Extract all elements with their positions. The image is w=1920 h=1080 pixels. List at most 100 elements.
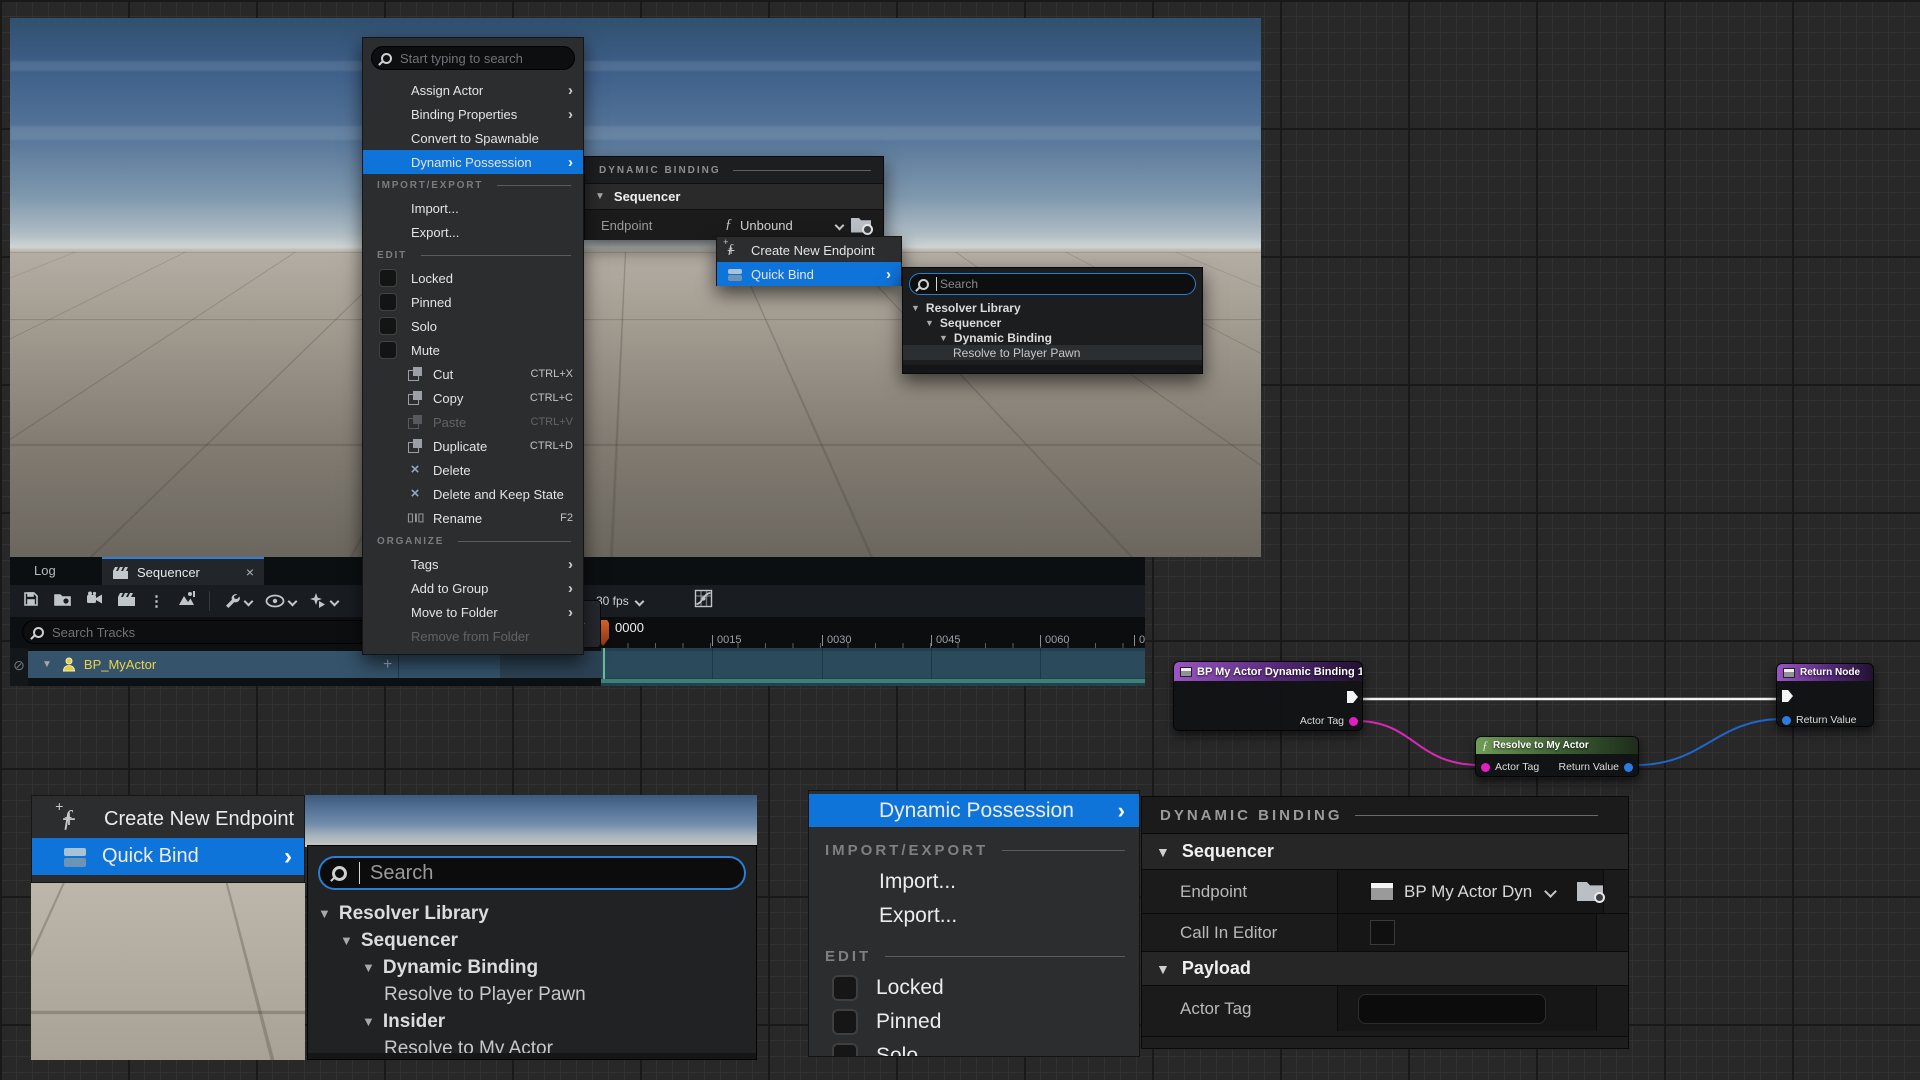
menu-item-export[interactable]: Export... <box>363 220 583 244</box>
more-options-icon[interactable]: ⋮ <box>149 592 164 610</box>
curve-editor-icon[interactable] <box>694 589 713 613</box>
checkbox[interactable] <box>1370 920 1395 945</box>
menu-item-pinned[interactable]: Pinned <box>363 290 583 314</box>
mute-all-icon[interactable]: ⊘ <box>10 648 28 686</box>
menu-item-delete[interactable]: ×Delete <box>363 458 583 482</box>
checkbox[interactable] <box>832 975 858 1001</box>
expand-triangle-icon[interactable]: ▼ <box>42 659 52 670</box>
actor-tag-out-pin[interactable]: Actor Tag <box>1300 715 1358 727</box>
browse-icon[interactable] <box>851 218 871 233</box>
menu-item-quick-bind[interactable]: Quick Bind › <box>32 838 304 875</box>
section-import-export: IMPORT/EXPORT <box>809 835 1139 865</box>
tree-resolver-library[interactable]: ▼Resolver Library <box>903 300 1202 315</box>
tree-resolve-to-player-pawn[interactable]: Resolve to Player Pawn <box>903 345 1202 360</box>
menu-item-move-to-folder[interactable]: Move to Folder› <box>363 600 583 624</box>
menu-search-input[interactable]: Start typing to search <box>371 46 575 70</box>
render-movie-icon[interactable] <box>117 591 136 612</box>
menu-item-quick-bind[interactable]: Quick Bind › <box>717 262 901 286</box>
resolver-search-placeholder: Search <box>940 277 978 291</box>
call-in-editor-row: Call In Editor <box>1142 913 1628 951</box>
menu-item-duplicate[interactable]: DuplicateCTRL+D <box>363 434 583 458</box>
tab-log[interactable]: Log <box>34 557 56 585</box>
timeline-ruler[interactable]: 0000 0015 0030 0045 0060 00 <box>601 617 1145 648</box>
return-value-out-pin[interactable]: Return Value <box>1558 761 1633 773</box>
menu-item-remove-from-folder[interactable]: Remove from Folder <box>363 624 583 648</box>
add-track-icon[interactable]: + <box>383 656 392 674</box>
tree-resolve-to-player-pawn[interactable]: Resolve to Player Pawn <box>308 981 756 1008</box>
menu-item-dynamic-possession[interactable]: Dynamic Possession › <box>809 794 1139 827</box>
track-actor-icon[interactable] <box>177 590 196 612</box>
actor-tag-input[interactable] <box>1358 994 1546 1024</box>
menu-item-create-new-endpoint[interactable]: ƒ+ Create New Endpoint <box>717 238 901 262</box>
menu-item-convert-to-spawnable[interactable]: Convert to Spawnable <box>363 126 583 150</box>
endpoint-dropdown[interactable]: BP My Actor Dyna <box>1337 870 1603 913</box>
menu-item-mute[interactable]: Mute <box>363 338 583 362</box>
new-function-icon: ƒ+ <box>62 806 90 833</box>
chevron-down-icon <box>835 220 845 230</box>
grid-line <box>1040 648 1041 679</box>
node-resolve[interactable]: ƒ Resolve to My Actor Actor Tag Return V… <box>1475 736 1639 777</box>
node-return[interactable]: Return Node Return Value <box>1776 663 1874 727</box>
checkbox[interactable] <box>379 293 397 311</box>
checkbox[interactable] <box>379 317 397 335</box>
exec-in-pin[interactable] <box>1782 690 1793 702</box>
checkbox[interactable] <box>832 1043 858 1057</box>
menu-item-delete-keep-state[interactable]: ×Delete and Keep State <box>363 482 583 506</box>
menu-item-solo[interactable]: Solo <box>363 314 583 338</box>
menu-item-create-new-endpoint[interactable]: ƒ+ Create New Endpoint <box>32 801 304 838</box>
camera-icon[interactable] <box>85 590 104 613</box>
menu-item-copy[interactable]: CopyCTRL+C <box>363 386 583 410</box>
text-cursor <box>359 862 360 884</box>
checkbox[interactable] <box>832 1009 858 1035</box>
menu-item-import[interactable]: Import... <box>809 865 1139 899</box>
tree-insider[interactable]: ▼Insider <box>308 1008 756 1035</box>
tree-resolver-library[interactable]: ▼Resolver Library <box>308 900 756 927</box>
browse-icon[interactable] <box>1577 882 1603 901</box>
playback-options-icon[interactable] <box>309 592 338 610</box>
menu-item-binding-properties[interactable]: Binding Properties› <box>363 102 583 126</box>
playback-range-bar[interactable] <box>601 679 1145 683</box>
menu-item-rename[interactable]: ⌷I⌷RenameF2 <box>363 506 583 530</box>
tree-sequencer[interactable]: ▼Sequencer <box>308 927 756 954</box>
checkbox[interactable] <box>379 341 397 359</box>
category-sequencer[interactable]: ▼ Sequencer <box>585 183 883 210</box>
menu-item-add-to-group[interactable]: Add to Group› <box>363 576 583 600</box>
playhead-line[interactable] <box>603 648 605 682</box>
menu-item-tags[interactable]: Tags› <box>363 552 583 576</box>
eye-dropdown-icon[interactable] <box>265 594 296 608</box>
endpoint-dropdown[interactable]: ƒ Unbound <box>725 217 883 233</box>
menu-item-paste[interactable]: PasteCTRL+V <box>363 410 583 434</box>
track-row-bp-myactor[interactable]: ▼ BP_MyActor + <box>28 651 601 678</box>
tree-sequencer[interactable]: ▼Sequencer <box>903 315 1202 330</box>
tree-dynamic-binding[interactable]: ▼Dynamic Binding <box>903 330 1202 345</box>
tab-sequencer[interactable]: Sequencer × <box>102 557 264 585</box>
row-divider <box>398 651 399 678</box>
actor-tag-in-pin[interactable]: Actor Tag <box>1481 761 1539 773</box>
fps-dropdown[interactable]: 30 fps <box>596 594 643 608</box>
exec-out-pin[interactable] <box>1347 691 1358 703</box>
menu-item-solo[interactable]: Solo <box>809 1039 1139 1057</box>
save-icon[interactable] <box>22 590 40 613</box>
close-icon[interactable]: × <box>246 564 254 580</box>
timeline-track-region[interactable] <box>601 648 1145 686</box>
category-payload[interactable]: ▼ Payload <box>1142 951 1628 985</box>
cloud-band <box>10 126 1261 140</box>
wrench-dropdown-icon[interactable] <box>223 592 252 610</box>
menu-item-pinned[interactable]: Pinned <box>809 1005 1139 1039</box>
category-sequencer[interactable]: ▼ Sequencer <box>1142 833 1628 869</box>
tree-dynamic-binding[interactable]: ▼Dynamic Binding <box>308 954 756 981</box>
menu-item-assign-actor[interactable]: Assign Actor› <box>363 78 583 102</box>
content-browser-icon[interactable] <box>53 590 72 613</box>
menu-item-locked[interactable]: Locked <box>809 971 1139 1005</box>
resolver-search-input[interactable]: Search <box>909 273 1196 295</box>
menu-item-import[interactable]: Import... <box>363 196 583 220</box>
menu-item-cut[interactable]: CutCTRL+X <box>363 362 583 386</box>
blue-pin-icon <box>1782 716 1791 725</box>
return-value-in-pin[interactable]: Return Value <box>1782 714 1857 726</box>
node-binding[interactable]: BP My Actor Dynamic Binding 1 Actor Tag <box>1173 661 1363 731</box>
menu-item-export[interactable]: Export... <box>809 899 1139 933</box>
zoom-search-input[interactable]: Search <box>318 856 746 890</box>
menu-item-dynamic-possession[interactable]: Dynamic Possession› <box>363 150 583 174</box>
checkbox[interactable] <box>379 269 397 287</box>
menu-item-locked[interactable]: Locked <box>363 266 583 290</box>
